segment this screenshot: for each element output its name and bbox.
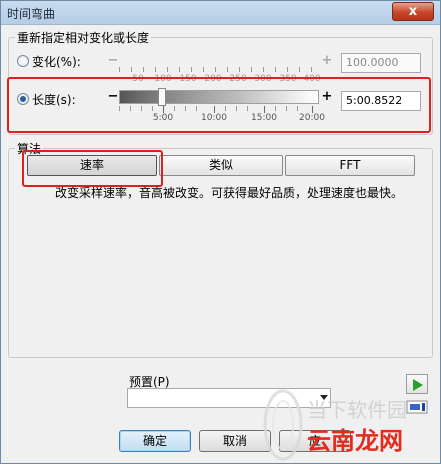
watermark-line2: 云南龙网	[307, 427, 403, 455]
algorithm-fft-button[interactable]: FFT	[285, 155, 415, 176]
algorithm-similar-button[interactable]: 类似	[159, 155, 283, 176]
ok-label: 确定	[142, 434, 167, 448]
window-title: 时间弯曲	[7, 7, 56, 21]
algorithm-similar-label: 类似	[208, 158, 233, 172]
watermark-line1: 当下软件园	[307, 398, 407, 422]
watermark-logo: 当下软件园 云南龙网	[263, 389, 407, 461]
title-bar: 时间弯曲 x	[1, 1, 440, 25]
change-value-input[interactable]: 100.0000	[341, 53, 421, 73]
retarget-legend: 重新指定相对变化或长度	[15, 29, 152, 46]
cancel-label: 取消	[222, 434, 247, 448]
rate-highlight-box	[22, 150, 163, 187]
algorithm-description: 改变采样速率，音高被改变。可获得最好品质，处理速度也最快。	[55, 186, 404, 200]
change-plus-icon[interactable]: +	[321, 54, 333, 67]
cancel-button[interactable]: 取消	[199, 430, 271, 452]
change-minus-icon[interactable]: −	[107, 54, 119, 67]
close-button[interactable]: x	[392, 2, 434, 21]
time-warp-dialog: 时间弯曲 x 重新指定相对变化或长度 变化(%): − + 50 100 150…	[0, 0, 441, 464]
change-value: 100.0000	[346, 56, 399, 69]
algorithm-fft-label: FFT	[339, 158, 361, 172]
close-icon: x	[408, 4, 418, 19]
ok-button[interactable]: 确定	[119, 430, 191, 452]
change-label: 变化(%):	[32, 55, 81, 69]
length-highlight-box	[7, 77, 431, 133]
change-ticks	[119, 67, 319, 73]
change-radio[interactable]	[17, 55, 29, 67]
